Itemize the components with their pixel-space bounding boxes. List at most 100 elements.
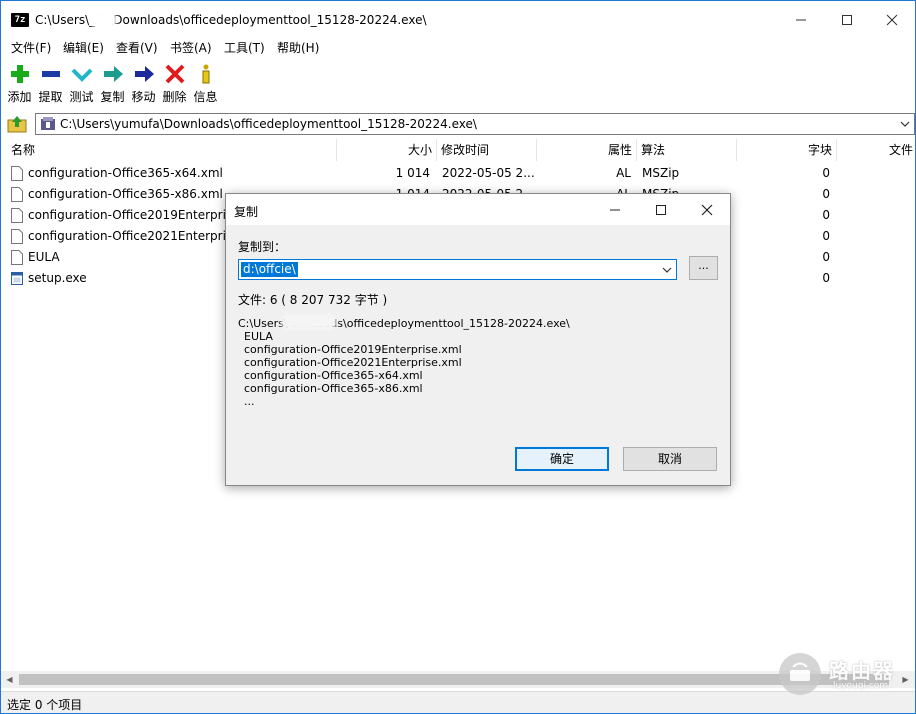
address-bar: C:\Users\yumufa\Downloads\officedeployme… [1, 111, 915, 137]
menu-bookmarks[interactable]: 书签(A) [170, 39, 212, 59]
close-icon [701, 204, 713, 215]
dialog-maximize-button[interactable] [638, 194, 684, 225]
file-icon [11, 250, 23, 265]
column-block[interactable]: 字块 [737, 139, 837, 161]
test-label: 测试 [69, 90, 94, 104]
add-button[interactable]: 添加 [4, 61, 35, 107]
column-method[interactable]: 算法 [637, 139, 737, 161]
exe-icon [11, 272, 23, 285]
main-window: 7z C:\Users\_ ˘-\Downloads\officedeploym… [0, 0, 916, 714]
close-icon [886, 14, 898, 26]
file-method: MSZip [642, 166, 680, 180]
ok-button[interactable]: 确定 [515, 447, 609, 471]
extract-button[interactable]: 提取 [35, 61, 66, 107]
file-row[interactable]: configuration-Office365-x64.xml 1 014 20… [1, 163, 915, 184]
copy-item: configuration-Office365-x64.xml [244, 369, 423, 382]
file-attributes: AL [616, 166, 631, 180]
test-icon [71, 68, 92, 82]
file-block: 0 [822, 229, 830, 243]
close-button[interactable] [869, 1, 915, 39]
privacy-blur [91, 11, 117, 29]
address-input[interactable]: C:\Users\yumufa\Downloads\officedeployme… [35, 113, 915, 135]
column-header: 名称 大小 修改时间 属性 算法 字块 文件 [1, 139, 915, 161]
menu-help[interactable]: 帮助(H) [277, 39, 319, 59]
dialog-minimize-button[interactable] [592, 194, 638, 225]
copy-item-more: ... [244, 395, 255, 408]
file-block: 0 [822, 250, 830, 264]
file-name: EULA [28, 250, 60, 264]
browse-button[interactable]: ... [689, 256, 718, 280]
watermark-title: 路由器 [829, 659, 895, 683]
file-size: 1 014 [395, 166, 430, 180]
info-button[interactable]: 信息 [190, 61, 221, 107]
info-label: 信息 [193, 90, 218, 104]
folder-up-icon[interactable] [7, 115, 27, 133]
scroll-left-icon[interactable]: ◀ [1, 671, 18, 688]
move-button[interactable]: 移动 [128, 61, 159, 107]
dialog-title-bar[interactable]: 复制 [226, 194, 730, 225]
watermark-logo: 路由器 luyouqi.com [777, 649, 916, 699]
router-logo-icon [779, 653, 821, 695]
delete-label: 删除 [162, 90, 187, 104]
status-text: 选定 0 个项目 [7, 698, 83, 712]
file-name: configuration-Office2019Enterprise [28, 208, 225, 222]
column-attributes[interactable]: 属性 [537, 139, 637, 161]
test-button[interactable]: 测试 [66, 61, 97, 107]
scroll-thumb[interactable] [19, 674, 889, 685]
file-block: 0 [822, 166, 830, 180]
file-icon [11, 166, 23, 181]
toolbar: 添加 提取 测试 复制 移动 删除 信息 [1, 59, 915, 109]
dialog-title: 复制 [234, 205, 259, 219]
add-label: 添加 [7, 90, 32, 104]
minimize-icon [796, 19, 806, 21]
copy-icon [103, 66, 123, 82]
extract-label: 提取 [38, 90, 63, 104]
file-icon [11, 229, 23, 244]
column-size[interactable]: 大小 [337, 139, 437, 161]
menu-file[interactable]: 文件(F) [11, 39, 51, 59]
chevron-down-icon[interactable] [898, 115, 912, 133]
minimize-icon [610, 209, 620, 210]
info-icon [202, 64, 209, 84]
file-icon [11, 187, 23, 202]
file-block: 0 [822, 271, 830, 285]
chevron-down-icon[interactable] [660, 262, 674, 277]
archive-icon [41, 117, 55, 130]
privacy-blur [281, 314, 337, 330]
file-summary: 文件: 6 ( 8 207 732 字节 ) [238, 293, 388, 307]
minimize-button[interactable] [778, 1, 824, 39]
copy-item: configuration-Office365-x86.xml [244, 382, 423, 395]
menu-tools[interactable]: 工具(T) [224, 39, 265, 59]
column-folder[interactable]: 文件 [837, 139, 916, 161]
copy-item: EULA [244, 330, 273, 343]
dialog-close-button[interactable] [684, 194, 730, 225]
destination-value[interactable]: d:\offcie\ [241, 262, 298, 277]
copy-button[interactable]: 复制 [97, 61, 128, 107]
move-icon [134, 66, 154, 82]
file-name: setup.exe [28, 271, 87, 285]
delete-button[interactable]: 删除 [159, 61, 190, 107]
menu-view[interactable]: 查看(V) [116, 39, 158, 59]
copy-items-list: C:\Users\ ownloads\officedeploymenttool_… [238, 317, 718, 408]
copy-item: configuration-Office2019Enterprise.xml [244, 343, 462, 356]
address-path: C:\Users\yumufa\Downloads\officedeployme… [60, 117, 477, 131]
menu-edit[interactable]: 编辑(E) [63, 39, 104, 59]
menu-bar: 文件(F) 编辑(E) 查看(V) 书签(A) 工具(T) 帮助(H) [1, 39, 915, 59]
add-icon [10, 65, 29, 83]
destination-combobox[interactable]: d:\offcie\ [238, 259, 677, 280]
cancel-button[interactable]: 取消 [623, 447, 717, 471]
maximize-button[interactable] [824, 1, 870, 39]
column-modified[interactable]: 修改时间 [437, 139, 537, 161]
maximize-icon [656, 204, 666, 215]
app-7zip-icon: 7z [11, 13, 29, 27]
column-name[interactable]: 名称 [7, 139, 337, 161]
watermark-subtitle: luyouqi.com [833, 681, 889, 691]
title-bar[interactable]: 7z C:\Users\_ ˘-\Downloads\officedeploym… [1, 1, 915, 39]
delete-icon [165, 64, 184, 84]
copy-label: 复制 [100, 90, 125, 104]
maximize-icon [842, 15, 852, 25]
copy-dialog: 复制 复制到： d:\offcie\ ... 文件: 6 ( 8 207 732… [225, 193, 731, 486]
file-block: 0 [822, 187, 830, 201]
file-name: configuration-Office365-x64.xml [28, 166, 223, 180]
file-modified: 2022-05-05 2... [442, 166, 534, 180]
